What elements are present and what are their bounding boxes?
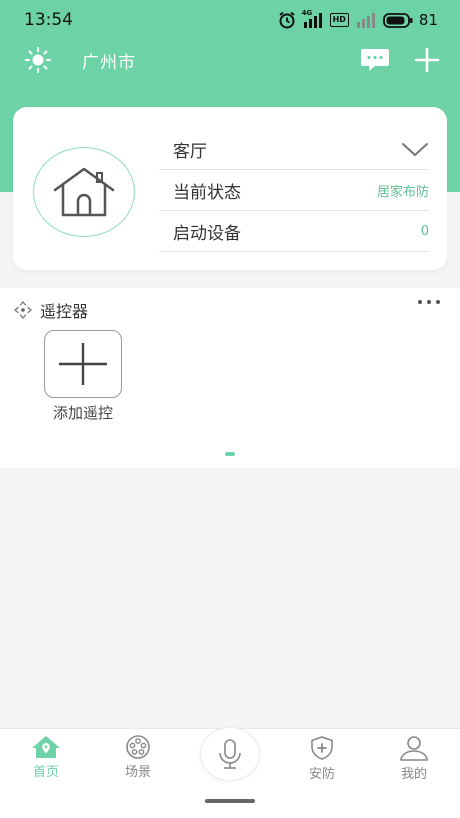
more-options-button[interactable]: [418, 300, 440, 304]
status-row[interactable]: 当前状态 居家布防: [159, 171, 429, 211]
top-bar: 广州市: [0, 40, 460, 80]
home-icon: [32, 736, 60, 758]
status-label: 当前状态: [173, 183, 241, 203]
room-avatar[interactable]: [33, 147, 135, 237]
page-indicator: [225, 452, 235, 456]
room-name: 客厅: [173, 142, 207, 162]
status-time: 13:54: [24, 10, 73, 30]
room-card: 客厅 当前状态 居家布防 启动设备 0: [13, 107, 447, 270]
add-remote-button[interactable]: [44, 330, 122, 398]
add-remote-label: 添加遥控: [52, 404, 113, 422]
status-bar: 13:54 4G HD 81: [0, 0, 460, 40]
battery-level: 81: [418, 11, 438, 29]
user-icon: [400, 736, 428, 761]
message-button[interactable]: [360, 47, 390, 73]
tab-scene[interactable]: 场景: [103, 735, 173, 780]
tab-scene-label: 场景: [124, 765, 151, 780]
chevron-down-icon: [402, 142, 428, 156]
plus-icon: [414, 47, 440, 73]
remote-section-header: 遥控器: [12, 298, 88, 322]
tab-security[interactable]: 安防: [287, 735, 357, 782]
add-button[interactable]: [414, 47, 440, 73]
tab-profile[interactable]: 我的: [379, 735, 449, 782]
status-icons: 4G HD 81: [278, 9, 438, 29]
tab-profile-label: 我的: [400, 767, 427, 782]
voice-button[interactable]: [200, 727, 260, 781]
devices-row[interactable]: 启动设备 0: [159, 212, 429, 252]
tab-home[interactable]: 首页: [11, 735, 81, 780]
remote-control-icon: [14, 301, 32, 319]
sun-icon[interactable]: [24, 46, 52, 74]
scene-icon: [126, 735, 150, 759]
microphone-icon: [219, 739, 241, 769]
cellular-signal-weak-icon: [356, 12, 375, 28]
city-name[interactable]: 广州市: [82, 48, 136, 73]
devices-count: 0: [420, 224, 429, 239]
battery-icon: [383, 12, 413, 28]
status-value: 居家布防: [376, 185, 429, 200]
plus-icon: [59, 343, 107, 385]
message-icon: [361, 49, 389, 71]
tab-security-label: 安防: [308, 767, 335, 782]
shield-plus-icon: [311, 736, 333, 760]
alarm-clock-icon: [278, 11, 295, 29]
hd-icon: HD: [329, 13, 349, 27]
remote-section: 遥控器 添加遥控: [0, 288, 460, 468]
room-selector[interactable]: 客厅: [159, 130, 429, 170]
house-icon: [53, 167, 115, 217]
cellular-signal-icon: 4G: [302, 9, 322, 28]
devices-label: 启动设备: [173, 224, 241, 244]
section-title: 遥控器: [40, 302, 89, 321]
home-indicator-bar[interactable]: [205, 799, 255, 803]
more-icon: [418, 300, 422, 304]
tab-home-label: 首页: [32, 765, 59, 780]
battery-indicator: 81: [383, 11, 438, 29]
bottom-tab-bar: 首页 场景 安防 我的: [0, 727, 460, 818]
